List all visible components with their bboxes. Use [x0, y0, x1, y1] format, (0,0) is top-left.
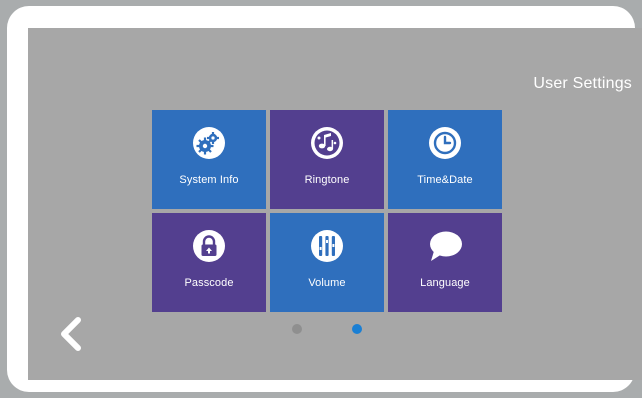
tile-label-ringtone: Ringtone	[304, 174, 350, 186]
page-dot-1[interactable]	[292, 324, 302, 334]
tile-ringtone[interactable]: Ringtone	[270, 110, 384, 209]
equalizer-icon	[311, 230, 343, 262]
tile-label-system-info: System Info	[179, 174, 239, 186]
tile-passcode[interactable]: Passcode	[152, 213, 266, 312]
page-title: User Settings	[533, 75, 632, 92]
tile-system-info[interactable]: System Info	[152, 110, 266, 209]
tile-time-date[interactable]: Time&Date	[388, 110, 502, 209]
settings-screen: User Settings System Info Ringtone Time&…	[28, 28, 642, 380]
chevron-left-icon[interactable]	[56, 316, 86, 352]
tile-language[interactable]: Language	[388, 213, 502, 312]
tile-label-language: Language	[420, 277, 470, 289]
page-dot-2-active[interactable]	[352, 324, 362, 334]
tile-label-passcode: Passcode	[184, 277, 234, 289]
tile-volume[interactable]: Volume	[270, 213, 384, 312]
speech-bubble-icon	[430, 231, 462, 261]
tile-label-volume: Volume	[308, 277, 346, 289]
clock-icon	[429, 127, 461, 159]
music-notes-icon	[311, 127, 343, 159]
tile-label-time-date: Time&Date	[417, 174, 473, 186]
lock-icon	[193, 230, 225, 262]
gears-icon	[193, 127, 225, 159]
